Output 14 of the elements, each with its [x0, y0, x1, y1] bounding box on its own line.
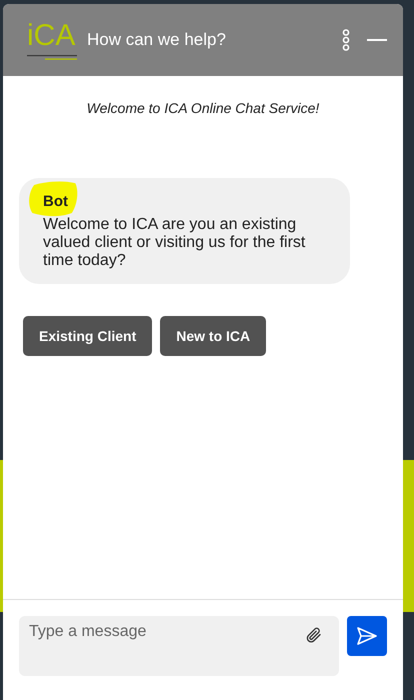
paperclip-icon[interactable]: [305, 626, 323, 644]
logo: iCA: [27, 19, 79, 61]
send-button[interactable]: [347, 616, 387, 656]
quick-reply-button[interactable]: Existing Client: [23, 316, 152, 356]
welcome-text: Welcome to ICA Online Chat Service!: [86, 100, 320, 116]
chat-title: How can we help?: [87, 30, 227, 50]
message-input-field[interactable]: Type a message: [19, 616, 339, 676]
minimize-icon[interactable]: [367, 38, 387, 42]
more-options-icon[interactable]: [341, 29, 351, 51]
sender-name: Bot: [43, 192, 68, 210]
message-text: Welcome to ICA are you an existing valued client or visiting us for the first time today?: [43, 216, 306, 270]
highlight-scribble: [27, 180, 79, 218]
quick-reply-button[interactable]: New to ICA: [160, 316, 266, 356]
send-icon: [356, 626, 378, 646]
